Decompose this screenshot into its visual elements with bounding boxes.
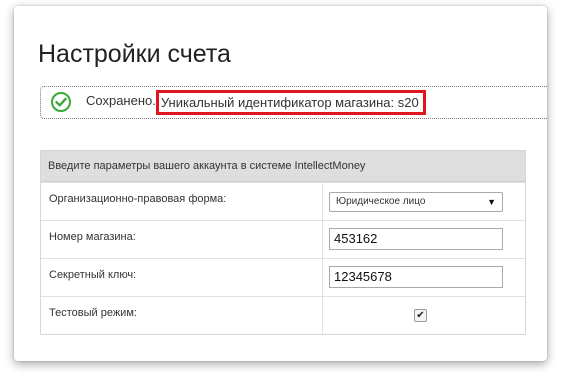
shop-number-input[interactable]: 453162 — [329, 228, 503, 250]
form-header: Введите параметры вашего аккаунта в сист… — [41, 151, 525, 182]
account-settings-form: Введите параметры вашего аккаунта в сист… — [40, 150, 526, 335]
settings-card: Настройки счета Сохранено. Уникальный иде… — [14, 6, 547, 361]
row-test-mode: Тестовый режим: ✔ — [41, 296, 525, 334]
row-secret-key: Секретный ключ: 12345678 — [41, 258, 525, 296]
test-mode-label: Тестовый режим: — [41, 297, 323, 334]
secret-key-label: Секретный ключ: — [41, 259, 323, 296]
shop-id-highlight: Уникальный идентификатор магазина: s20 — [155, 90, 426, 115]
test-mode-checkbox[interactable]: ✔ — [414, 309, 427, 322]
row-legal-form: Организационно-правовая форма: Юридическ… — [41, 182, 525, 220]
success-notice: Сохранено. Уникальный идентификатор магаз… — [40, 86, 547, 119]
dropdown-arrow-icon: ▼ — [487, 197, 496, 207]
secret-key-input[interactable]: 12345678 — [329, 266, 503, 288]
row-shop-number: Номер магазина: 453162 — [41, 220, 525, 258]
legal-form-selected: Юридическое лицо — [336, 196, 426, 207]
shop-number-label: Номер магазина: — [41, 221, 323, 258]
page-title: Настройки счета — [38, 40, 231, 68]
legal-form-select[interactable]: Юридическое лицо ▼ — [329, 192, 503, 212]
check-circle-icon — [51, 92, 71, 112]
legal-form-label: Организационно-правовая форма: — [41, 183, 323, 220]
saved-text: Сохранено. — [86, 93, 156, 108]
